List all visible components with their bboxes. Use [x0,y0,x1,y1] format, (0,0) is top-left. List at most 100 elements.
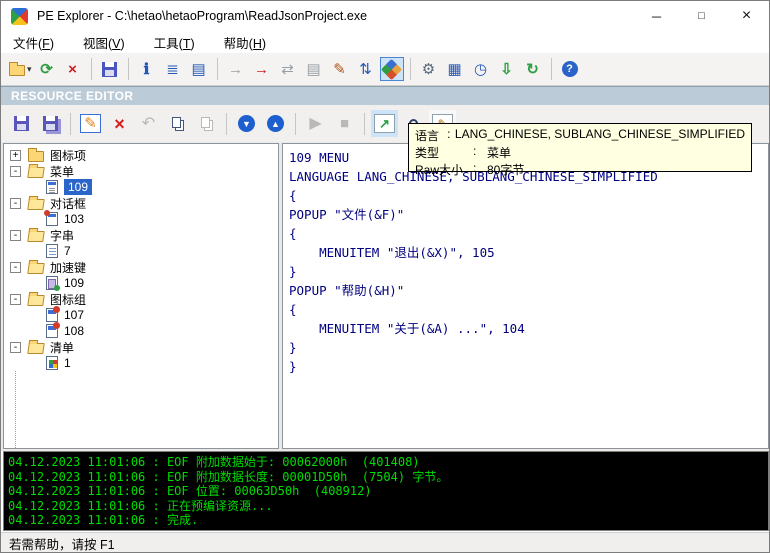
folder-open-icon [27,199,45,210]
maximize-button[interactable]: □ [679,1,724,31]
resource-editor-button[interactable] [380,57,404,81]
tree-item-dialog-103[interactable]: 103 [4,211,278,227]
menu-help[interactable]: 帮助(H) [214,31,276,54]
tree-item-manifest-1[interactable]: 1 [4,355,278,371]
tree-label: 7 [64,244,71,258]
tooltip-label: 类型 [415,144,473,161]
file-info-icon: ℹ [144,62,150,77]
file-info-button[interactable]: ℹ [135,57,159,81]
dropdown-caret-icon: ▾ [27,65,32,74]
tooltip-colon: : [473,144,487,161]
rebuild-icon: ↻ [526,62,539,77]
collapse-minus-icon[interactable]: - [10,294,21,305]
menu-tools-paren: ) [190,37,194,51]
collapse-minus-icon[interactable]: - [10,230,21,241]
edit-doc-button[interactable]: ✎ [328,57,352,81]
dependency-scanner-button[interactable]: ▦ [443,57,467,81]
expand-arrow-icon: ↗ [379,117,390,130]
disassembler-button[interactable]: ⚙ [417,57,441,81]
resource-extract-button[interactable]: ⇩ [495,57,519,81]
tree-item-accelerator-109[interactable]: 109 [4,275,278,291]
move-up-icon: ▲ [267,115,284,132]
menu-file-paren: ) [50,37,54,51]
edit-resource-button[interactable]: ✎ [77,110,104,137]
import-icon: → [254,62,269,77]
resource-tree[interactable]: + 图标项 - 菜单 109 - 对话框 103 [3,143,279,449]
tree-group-string[interactable]: - 字串 [4,227,278,243]
move-up-button[interactable]: ▲ [262,110,289,137]
dialog-resource-icon [46,212,58,226]
save-all-resources-button[interactable] [37,110,64,137]
menu-tools-label: 工具( [154,37,183,51]
manifest-resource-icon [46,356,58,370]
close-file-icon: × [68,62,77,77]
folder-open-icon [27,295,45,306]
sync-doc-button[interactable]: ⇅ [354,57,378,81]
tree-group-menu[interactable]: - 菜单 [4,163,278,179]
close-file-button[interactable]: × [61,57,85,81]
menu-tools[interactable]: 工具(T) [144,31,205,54]
paste-resource-button[interactable] [193,110,220,137]
menu-file-hotkey: F [42,37,50,51]
close-button[interactable]: × [724,1,769,31]
move-down-button[interactable]: ▼ [233,110,260,137]
folder-open-icon [27,263,45,274]
menu-file[interactable]: 文件(F) [3,31,64,54]
open-folder-icon [9,65,25,76]
undo-button[interactable]: ↶ [135,110,162,137]
copy-resource-button[interactable] [164,110,191,137]
edit-doc-icon: ✎ [333,62,346,77]
resource-rebuild-button[interactable]: ↻ [521,57,545,81]
tree-group-dialog[interactable]: - 对话框 [4,195,278,211]
accelerator-resource-icon [46,276,58,290]
toolbar-separator [128,58,129,80]
tree-label-selected: 109 [64,179,92,195]
collapse-minus-icon[interactable]: - [10,166,21,177]
tooltip-row-raw-size: Raw大小 : 80字节 [415,161,745,178]
tree-label: 1 [64,356,71,370]
tree-group-icon-entries[interactable]: + 图标项 [4,147,278,163]
menu-view[interactable]: 视图(V) [73,31,135,54]
resource-source-view[interactable]: 109 MENU LANGUAGE LANG_CHINESE, SUBLANG_… [282,143,769,449]
file-headers-button[interactable]: ≣ [161,57,185,81]
collapse-minus-icon[interactable]: - [10,198,21,209]
tree-group-icon-group[interactable]: - 图标组 [4,291,278,307]
time-date-stamps-button[interactable]: ◷ [469,57,493,81]
folder-open-icon [27,343,45,354]
play-button[interactable]: ▶ [302,110,329,137]
collapse-minus-icon[interactable]: - [10,262,21,273]
auto-expand-button[interactable]: ↗ [371,110,398,137]
collapse-minus-icon[interactable]: - [10,342,21,353]
doc-properties-button[interactable]: ▤ [302,57,326,81]
help-button[interactable]: ? [558,57,582,81]
tree-group-manifest[interactable]: - 清单 [4,339,278,355]
expand-plus-icon[interactable]: + [10,150,21,161]
minimize-button[interactable]: ─ [634,1,679,31]
code-line: } [289,262,768,281]
tooltip-label: 语言 [415,127,447,144]
section-list-button[interactable]: ▤ [187,57,211,81]
menu-view-paren: ) [121,37,125,51]
icon-group-resource-icon [46,308,58,322]
menu-help-label: 帮助( [224,37,253,51]
save-file-button[interactable] [98,57,122,81]
export-doc-button[interactable]: → [224,57,248,81]
reload-file-button[interactable]: ⟳ [35,57,59,81]
tree-group-accelerator[interactable]: - 加速键 [4,259,278,275]
import-doc-button[interactable]: → [250,57,274,81]
save-resource-button[interactable] [8,110,35,137]
extract-icon: ⇩ [500,62,513,77]
tree-item-icon-group-107[interactable]: 107 [4,307,278,323]
tree-item-icon-group-108[interactable]: 108 [4,323,278,339]
open-file-button[interactable]: ▾ [8,57,33,81]
minimize-icon: ─ [652,9,661,24]
folder-open-icon [27,231,45,242]
tree-item-menu-109[interactable]: 109 [4,179,278,195]
stop-button[interactable]: ■ [331,110,358,137]
tooltip-value: 菜单 [487,144,511,161]
save-resource-icon [14,116,29,131]
tree-item-string-7[interactable]: 7 [4,243,278,259]
delete-resource-button[interactable]: × [106,110,133,137]
convert-doc-button[interactable]: ⇄ [276,57,300,81]
menu-bar: 文件(F) 视图(V) 工具(T) 帮助(H) [1,31,769,53]
